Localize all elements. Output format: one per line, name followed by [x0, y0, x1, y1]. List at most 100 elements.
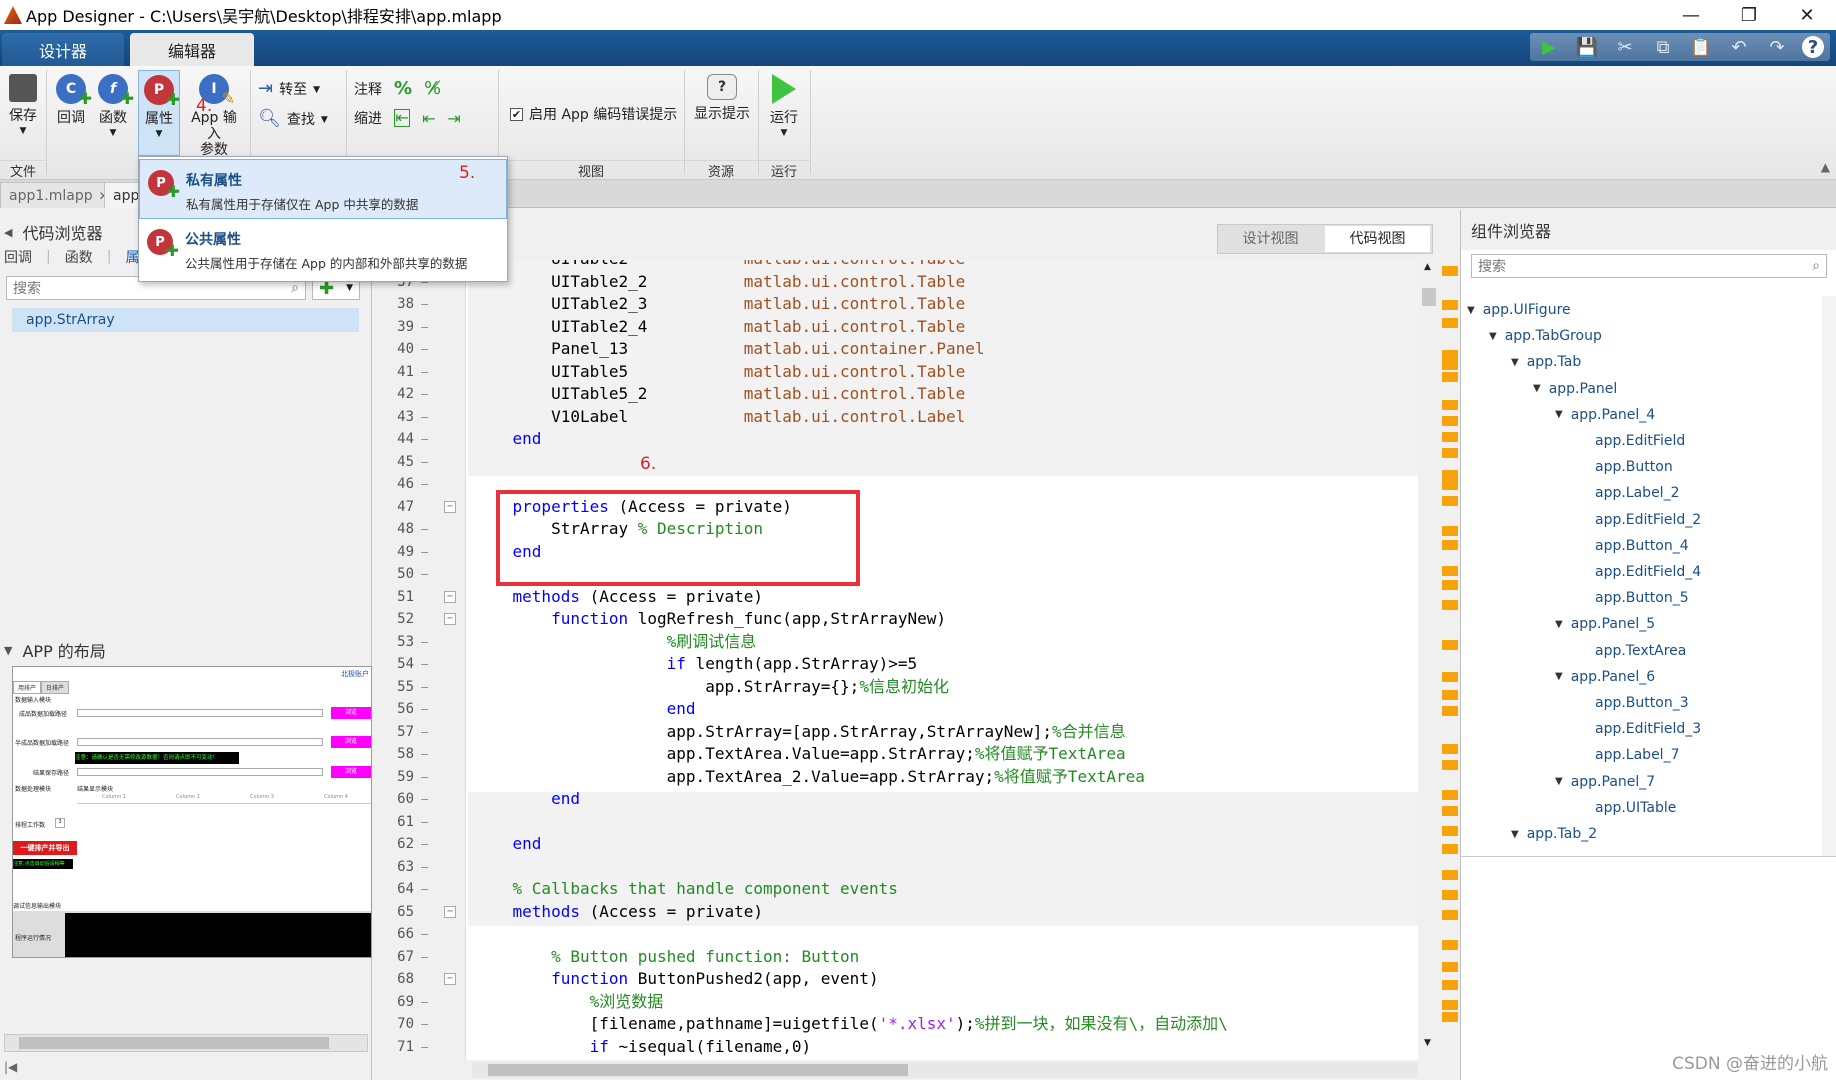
code-vertical-scrollbar[interactable]: ▲ ▼	[1420, 260, 1438, 1050]
code-line[interactable]: 44 — end	[374, 428, 1418, 451]
code-marker[interactable]	[1442, 760, 1458, 770]
tree-node[interactable]: ▼ app.Panel_4	[1555, 407, 1655, 423]
code-line[interactable]: 38 — UITable2_3 matlab.ui.control.Table	[374, 293, 1418, 316]
fold-toggle-icon[interactable]: −	[444, 613, 456, 625]
code-marker[interactable]	[1442, 962, 1458, 972]
close-button[interactable]: ✕	[1778, 0, 1836, 30]
smart-indent-icon[interactable]: ⇤	[394, 109, 410, 127]
menu-item-private-property[interactable]: P ✚ 私有属性 私有属性用于存储仅在 App 中共享的数据	[139, 159, 507, 219]
breakpoint-dash[interactable]: —	[421, 991, 428, 1014]
code-line[interactable]: 62 — end	[374, 833, 1418, 856]
tab-designer[interactable]: 设计器	[2, 33, 124, 66]
doc-tab-app1[interactable]: app1.mlapp ✕	[0, 182, 118, 208]
code-marker[interactable]	[1442, 580, 1458, 590]
breakpoint-dash[interactable]: —	[421, 946, 428, 969]
code-marker[interactable]	[1442, 672, 1458, 682]
code-line[interactable]: 66 —	[374, 923, 1418, 946]
breakpoint-dash[interactable]: —	[421, 541, 428, 564]
code-line[interactable]: UITable2 matlab.ui.control.Table	[374, 260, 1418, 271]
code-marker[interactable]	[1442, 744, 1458, 754]
code-line[interactable]: 41 — UITable5 matlab.ui.control.Table	[374, 361, 1418, 384]
chevron-down-icon[interactable]: ▼	[1555, 409, 1563, 420]
fold-toggle-icon[interactable]: −	[444, 973, 456, 985]
code-line[interactable]: 56 — end	[374, 698, 1418, 721]
tree-node[interactable]: app.Button	[1577, 459, 1673, 475]
run-button[interactable]: 运行 ▼	[764, 74, 804, 138]
tree-node[interactable]: app.TextArea	[1577, 643, 1686, 659]
goto-button[interactable]: ⇥ 转至 ▼	[258, 78, 320, 99]
chevron-down-icon[interactable]: ▼	[1533, 383, 1541, 394]
tree-node[interactable]: app.UITable	[1577, 800, 1676, 816]
code-marker[interactable]	[1442, 318, 1458, 328]
tree-vertical-scrollbar[interactable]	[1822, 296, 1836, 856]
code-marker[interactable]	[1442, 980, 1458, 990]
run-icon[interactable]: ▶	[1536, 35, 1562, 59]
breakpoint-dash[interactable]: —	[421, 383, 428, 406]
code-marker[interactable]	[1442, 940, 1458, 950]
code-marker[interactable]	[1442, 910, 1458, 920]
code-marker[interactable]	[1442, 806, 1458, 816]
code-line[interactable]: 67 — % Button pushed function: Button	[374, 946, 1418, 969]
function-button[interactable]: f ✚ 函数 ▼	[96, 74, 134, 138]
code-marker[interactable]	[1442, 496, 1458, 506]
code-marker[interactable]	[1442, 480, 1458, 490]
code-line[interactable]: 53 — %刷调试信息	[374, 631, 1418, 654]
code-line[interactable]: 51 − methods (Access = private)	[374, 586, 1418, 609]
component-search-input[interactable]: 搜索 ⌕	[1471, 254, 1827, 278]
code-marker[interactable]	[1442, 844, 1458, 854]
breakpoint-dash[interactable]: —	[421, 766, 428, 789]
code-line[interactable]: 71 — if ~isequal(filename,0)	[374, 1036, 1418, 1059]
chevron-down-icon[interactable]: ▼	[1555, 671, 1563, 682]
fold-toggle-icon[interactable]: −	[444, 905, 456, 918]
code-line[interactable]: 58 — app.TextArea.Value=app.StrArray;%将值赋…	[374, 743, 1418, 766]
breakpoint-dash[interactable]: —	[421, 338, 428, 361]
breakpoint-dash[interactable]: —	[421, 1036, 428, 1059]
save-icon[interactable]: 💾	[1574, 35, 1600, 59]
increase-indent-icon[interactable]: ⇥	[447, 109, 460, 128]
tree-node[interactable]: app.Label_7	[1577, 747, 1679, 763]
code-line[interactable]: 42 — UITable5_2 matlab.ui.control.Table	[374, 383, 1418, 406]
breakpoint-dash[interactable]: —	[421, 698, 428, 721]
code-line[interactable]: 43 — V10Label matlab.ui.control.Label	[374, 406, 1418, 429]
tree-node[interactable]: ▼ app.Tab_2	[1511, 826, 1597, 842]
breakpoint-dash[interactable]: —	[421, 743, 428, 766]
fold-toggle-icon[interactable]: −	[444, 500, 456, 513]
redo-icon[interactable]: ↷	[1764, 35, 1790, 59]
breakpoint-dash[interactable]: —	[421, 563, 428, 586]
code-marker[interactable]	[1442, 540, 1458, 550]
save-button[interactable]: 保存 ▼	[6, 74, 40, 136]
paste-icon[interactable]: 📋	[1688, 35, 1714, 59]
code-marker[interactable]	[1442, 360, 1458, 370]
breakpoint-dash[interactable]: —	[421, 316, 428, 339]
maximize-button[interactable]: ❐	[1720, 0, 1778, 30]
breakpoint-dash[interactable]: —	[421, 721, 428, 744]
code-marker[interactable]	[1442, 470, 1458, 480]
tree-node[interactable]: app.EditField_3	[1577, 721, 1701, 737]
tree-node[interactable]: app.EditField_4	[1577, 564, 1701, 580]
code-marker[interactable]	[1442, 600, 1458, 610]
code-marker[interactable]	[1442, 706, 1458, 716]
tree-node[interactable]: ▼ app.Tab	[1511, 354, 1581, 370]
tree-node[interactable]: app.EditField	[1577, 433, 1685, 449]
code-line[interactable]: 45 —	[374, 451, 1418, 474]
breakpoint-dash[interactable]: —	[421, 473, 428, 496]
breakpoint-dash[interactable]: —	[421, 293, 428, 316]
breakpoint-dash[interactable]: —	[421, 428, 428, 451]
breakpoint-dash[interactable]: —	[421, 631, 428, 654]
find-button[interactable]: 🔍︎ 查找 ▼	[258, 108, 328, 129]
code-marker[interactable]	[1442, 1000, 1458, 1010]
breakpoint-dash[interactable]: —	[421, 923, 428, 946]
tree-node[interactable]: app.Button_4	[1577, 538, 1689, 554]
tree-node[interactable]: ▼ app.UIFigure	[1467, 302, 1571, 318]
code-line[interactable]: 65 − methods (Access = private)	[374, 901, 1418, 924]
breakpoint-dash[interactable]: —	[421, 361, 428, 384]
code-line[interactable]: 70 — [filename,pathname]=uigetfile('*.xls…	[374, 1013, 1418, 1036]
tree-node[interactable]: ▼ app.Panel	[1533, 381, 1617, 397]
code-marker[interactable]	[1442, 870, 1458, 880]
breakpoint-dash[interactable]: —	[421, 676, 428, 699]
callback-button[interactable]: C ✚ 回调	[54, 74, 92, 126]
design-view-button[interactable]: 设计视图	[1218, 226, 1323, 252]
tree-node[interactable]: app.Label_2	[1577, 485, 1679, 501]
breakpoint-dash[interactable]: —	[421, 518, 428, 541]
chevron-down-icon[interactable]: ▼	[1555, 776, 1563, 787]
